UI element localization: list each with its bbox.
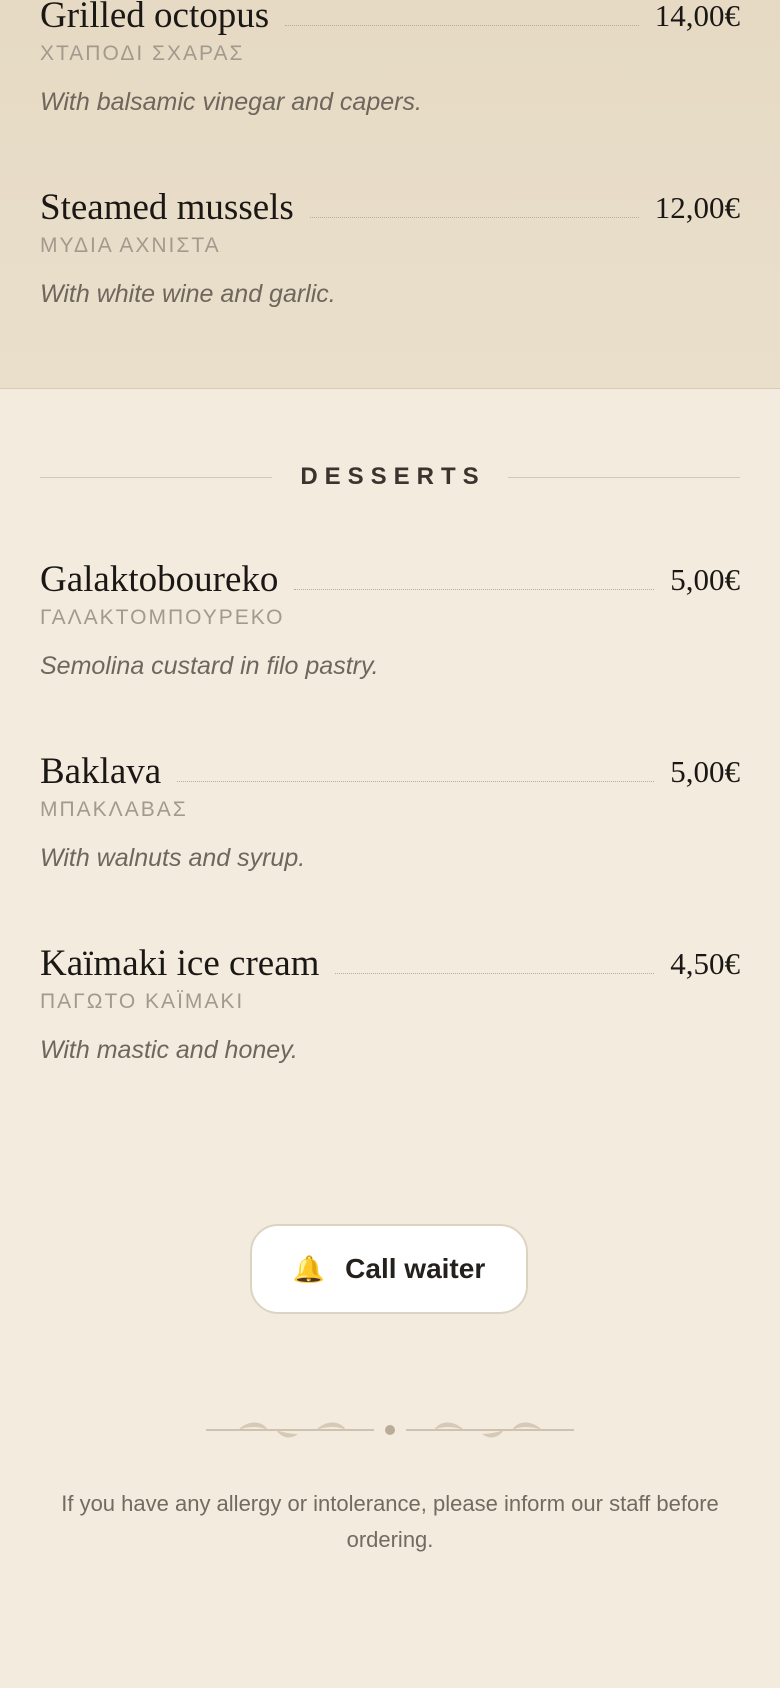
dotted-leader — [309, 216, 639, 218]
item-price: 4,50€ — [670, 946, 740, 981]
item-description: With balsamic vinegar and capers. — [40, 88, 422, 116]
item-name: Baklava — [40, 751, 162, 792]
item-description: Semolina custard in filo pastry. — [40, 652, 379, 680]
menu-page: Grilled octopus 14,00€ ΧΤΑΠΟΔΙ ΣΧΑΡΑΣ Wi… — [0, 0, 780, 1688]
item-name: Steamed mussels — [40, 187, 294, 228]
item-description: With mastic and honey. — [40, 1036, 298, 1064]
bell-icon: 🔔 — [292, 1253, 326, 1284]
divider-line — [40, 476, 273, 478]
item-description: With white wine and garlic. — [40, 280, 336, 308]
item-price: 12,00€ — [654, 190, 740, 225]
section-heading-desserts: DESSERTS — [40, 459, 740, 495]
item-description: With walnuts and syrup. — [40, 844, 306, 872]
dotted-leader — [177, 780, 655, 782]
item-name: Grilled octopus — [40, 0, 270, 36]
menu-item[interactable]: Grilled octopus 14,00€ ΧΤΑΠΟΔΙ ΣΧΑΡΑΣ Wi… — [40, 0, 740, 117]
menu-item[interactable]: Kaïmaki ice cream 4,50€ ΠΑΓΩΤΟ ΚΑΪΜΑΚΙ W… — [40, 940, 740, 1065]
call-waiter-label: Call waiter — [345, 1253, 486, 1284]
item-greek-name: ΠΑΓΩΤΟ ΚΑΪΜΑΚΙ — [40, 990, 245, 1013]
dotted-leader — [335, 972, 655, 974]
menu-item[interactable]: Baklava 5,00€ ΜΠΑΚΛΑΒΑΣ With walnuts and… — [40, 748, 740, 873]
item-price: 5,00€ — [670, 754, 740, 789]
item-price: 14,00€ — [654, 0, 740, 33]
item-name: Kaïmaki ice cream — [40, 943, 320, 984]
dotted-leader — [285, 24, 639, 26]
item-greek-name: ΜΠΑΚΛΑΒΑΣ — [40, 798, 188, 821]
ornament-divider-icon — [206, 1422, 574, 1438]
menu-item[interactable]: Galaktoboureko 5,00€ ΓΑΛΑΚΤΟΜΠΟΥΡΕΚΟ Sem… — [40, 556, 740, 681]
menu-item[interactable]: Steamed mussels 12,00€ ΜΥΔΙΑ ΑΧΝΙΣΤΑ Wit… — [40, 184, 740, 309]
call-waiter-button[interactable]: 🔔 Call waiter — [250, 1224, 528, 1314]
dotted-leader — [294, 588, 655, 590]
item-greek-name: ΧΤΑΠΟΔΙ ΣΧΑΡΑΣ — [40, 42, 245, 65]
item-greek-name: ΓΑΛΑΚΤΟΜΠΟΥΡΕΚΟ — [40, 606, 285, 629]
divider-line — [507, 476, 740, 478]
section-title: DESSERTS — [300, 463, 486, 490]
allergy-note: If you have any allergy or intolerance, … — [61, 1491, 719, 1552]
item-greek-name: ΜΥΔΙΑ ΑΧΝΙΣΤΑ — [40, 234, 221, 257]
item-name: Galaktoboureko — [40, 559, 279, 600]
item-price: 5,00€ — [670, 562, 740, 597]
